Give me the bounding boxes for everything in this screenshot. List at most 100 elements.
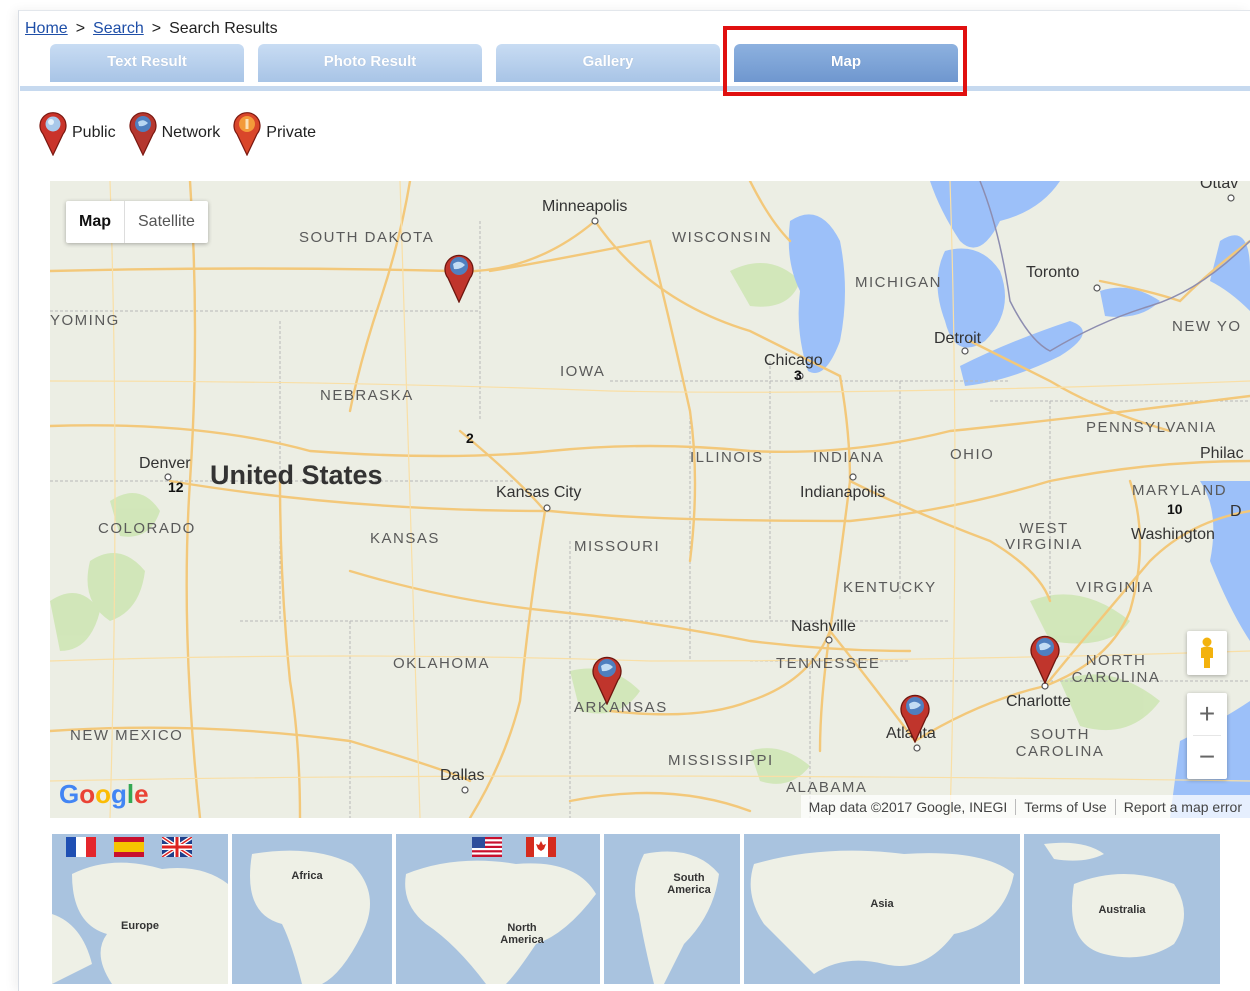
city-label: Nashville xyxy=(791,618,856,635)
state-label: SOUTH CAROLINA xyxy=(1015,726,1105,760)
tab-underline xyxy=(20,86,1250,91)
country-label: United States xyxy=(210,460,383,490)
map-legend: Public Network Private xyxy=(38,110,328,156)
state-label: SOUTH DAKOTA xyxy=(299,229,435,246)
map-type-map-button[interactable]: Map xyxy=(66,201,124,243)
state-label: INDIANA xyxy=(813,449,885,466)
spain-flag-icon[interactable] xyxy=(114,837,144,857)
map-attribution: Map data ©2017 Google, INEGI Terms of Us… xyxy=(800,795,1250,818)
zoom-out-button[interactable]: − xyxy=(1187,736,1227,778)
state-label: MARYLAND xyxy=(1132,482,1228,499)
thumbnail-africa[interactable]: Africa xyxy=(232,834,392,984)
map-type-satellite-button[interactable]: Satellite xyxy=(124,201,208,243)
legend-label: Public xyxy=(72,124,116,141)
result-tabs: Text Result Photo Result Gallery Map xyxy=(20,44,1250,91)
map-type-control: Map Satellite xyxy=(66,201,208,243)
france-flag-icon[interactable] xyxy=(66,837,96,857)
terms-of-use-link[interactable]: Terms of Use xyxy=(1015,798,1114,815)
legend-public: Public xyxy=(38,110,116,156)
city-label: Minneapolis xyxy=(542,198,628,215)
state-label: NEW MEXICO xyxy=(70,727,184,744)
street-view-pegman[interactable] xyxy=(1187,631,1227,675)
state-label: PENNSYLVANIA xyxy=(1086,419,1217,436)
tab-text-result[interactable]: Text Result xyxy=(50,44,244,82)
google-logo[interactable]: Google xyxy=(59,779,149,810)
red-pin-icon xyxy=(39,112,67,156)
city-label: Philac xyxy=(1200,445,1244,462)
map-marker-network[interactable] xyxy=(1029,632,1061,684)
africa-map-icon xyxy=(250,850,370,984)
cluster-count[interactable]: 10 xyxy=(1167,501,1183,517)
state-label: YOMING xyxy=(50,312,120,329)
thumbnail-label: Europe xyxy=(121,920,159,932)
city-label: Charlotte xyxy=(1006,693,1071,710)
orange-pin-icon xyxy=(233,112,261,156)
legend-label: Network xyxy=(161,124,221,141)
state-label: NORTH CAROLINA xyxy=(1071,652,1161,686)
city-label: Kansas City xyxy=(496,484,582,501)
uk-flag-icon[interactable] xyxy=(162,837,192,857)
tab-gallery[interactable]: Gallery xyxy=(496,44,720,82)
cluster-count[interactable]: 2 xyxy=(466,430,474,446)
state-label: OKLAHOMA xyxy=(393,655,491,672)
state-label: ILLINOIS xyxy=(690,449,764,466)
city-label: Denver xyxy=(139,455,191,472)
cluster-count[interactable]: 3 xyxy=(794,367,802,383)
state-label: MICHIGAN xyxy=(855,274,942,291)
usa-flag-icon[interactable] xyxy=(472,837,502,857)
legend-private: Private xyxy=(232,110,316,156)
state-label: NEBRASKA xyxy=(320,387,414,404)
state-label: WISCONSIN xyxy=(672,229,773,246)
thumbnail-label: Australia xyxy=(1098,904,1146,916)
breadcrumb-home-link[interactable]: Home xyxy=(25,20,68,37)
breadcrumb-search-link[interactable]: Search xyxy=(93,20,144,37)
city-label: Detroit xyxy=(934,330,982,347)
thumbnail-label: South America xyxy=(667,872,711,896)
map-marker-network[interactable] xyxy=(443,251,475,303)
thumbnail-label: North America xyxy=(500,922,544,946)
zoom-in-button[interactable]: + xyxy=(1187,693,1227,735)
map-data-credit: Map data ©2017 Google, INEGI xyxy=(808,798,1008,815)
breadcrumb-separator: > xyxy=(75,20,86,37)
state-label: ALABAMA xyxy=(786,779,868,796)
breadcrumb: Home > Search > Search Results xyxy=(25,20,278,38)
report-map-error-link[interactable]: Report a map error xyxy=(1114,798,1250,815)
state-label: OHIO xyxy=(950,446,995,463)
canada-flag-icon[interactable] xyxy=(526,837,556,857)
state-label: TENNESSEE xyxy=(776,655,881,672)
state-label: IOWA xyxy=(560,363,606,380)
map-canvas[interactable]: SOUTH DAKOTA WISCONSIN MICHIGAN YOMING N… xyxy=(50,181,1250,818)
city-label: Dallas xyxy=(440,767,485,784)
thumbnail-label: Africa xyxy=(291,870,323,882)
state-label: KENTUCKY xyxy=(843,579,937,596)
state-label: MISSOURI xyxy=(574,538,661,555)
breadcrumb-current: Search Results xyxy=(169,20,278,37)
map-marker-network[interactable] xyxy=(899,691,931,743)
cluster-count[interactable]: 12 xyxy=(168,479,184,495)
thumbnail-label: Asia xyxy=(870,898,894,910)
thumbnail-australia[interactable]: Australia xyxy=(1024,834,1220,984)
south-america-map-icon xyxy=(635,851,719,984)
city-label: Indianapolis xyxy=(800,484,886,501)
state-label: MISSISSIPPI xyxy=(668,752,774,769)
blue-pin-icon xyxy=(128,112,157,156)
city-label: Ottav xyxy=(1200,181,1239,192)
state-label: WEST VIRGINIA xyxy=(1005,520,1083,553)
breadcrumb-separator: > xyxy=(151,20,162,37)
city-label: Toronto xyxy=(1026,264,1080,281)
tab-photo-result[interactable]: Photo Result xyxy=(258,44,482,82)
state-label: KANSAS xyxy=(370,530,440,547)
city-label: Washington xyxy=(1131,526,1215,543)
zoom-control: + − xyxy=(1187,693,1227,779)
city-label: D xyxy=(1230,503,1242,520)
pegman-icon xyxy=(1201,637,1213,668)
thumbnail-south-america[interactable]: South America xyxy=(604,834,740,984)
thumbnail-asia[interactable]: Asia xyxy=(744,834,1020,984)
state-label: COLORADO xyxy=(98,520,196,537)
map-marker-network[interactable] xyxy=(591,653,623,705)
state-label: VIRGINIA xyxy=(1076,579,1154,596)
legend-label: Private xyxy=(266,124,317,141)
tab-map[interactable]: Map xyxy=(734,44,958,82)
legend-network: Network xyxy=(128,110,221,156)
state-label: NEW YO xyxy=(1172,318,1242,335)
